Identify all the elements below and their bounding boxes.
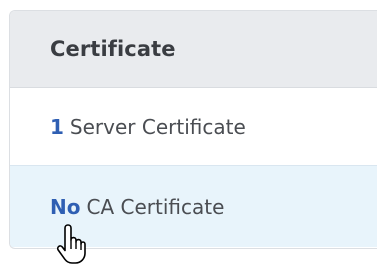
hand-pointer-icon bbox=[56, 224, 86, 264]
server-certificate-label: Server Certificate bbox=[69, 114, 246, 139]
ca-certificate-label: CA Certificate bbox=[86, 194, 225, 219]
certificate-panel: Certificate 1 Server Certificate No CA C… bbox=[9, 10, 377, 249]
panel-title: Certificate bbox=[50, 37, 176, 61]
panel-header: Certificate bbox=[10, 11, 377, 88]
server-certificate-count: 1 bbox=[50, 114, 64, 139]
ca-certificate-count: No bbox=[50, 194, 81, 219]
server-certificate-link[interactable]: 1 Server Certificate bbox=[10, 88, 377, 166]
